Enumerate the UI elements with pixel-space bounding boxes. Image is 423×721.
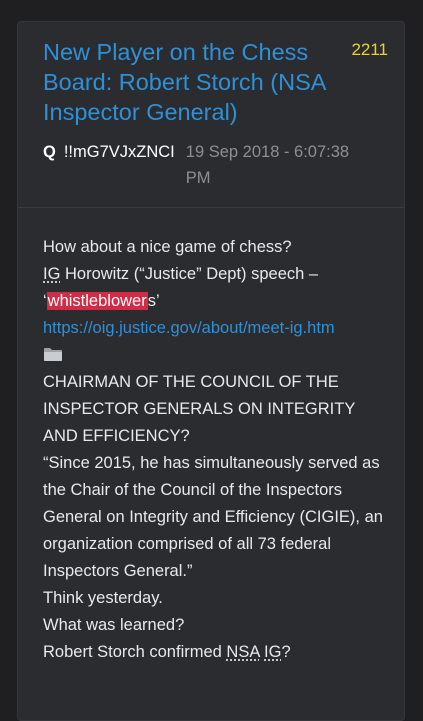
post-body: How about a nice game of chess? IG Horow… (18, 208, 404, 666)
post-number[interactable]: 2211 (351, 39, 388, 61)
highlighted-term: whistleblower (46, 292, 148, 310)
post-header: New Player on the Chess Board: Robert St… (18, 22, 404, 208)
body-line (43, 342, 384, 369)
external-link[interactable]: https://oig.justice.gov/about/meet-ig.ht… (43, 319, 335, 337)
post-meta: Q !!mG7VJxZNCI 19 Sep 2018 - 6:07:38 PM (43, 139, 404, 191)
body-line: Think yesterday. (43, 589, 163, 607)
body-text: Horowitz (“Justice” Dept) speech – (60, 265, 319, 283)
folder-icon (43, 344, 63, 361)
timestamp: 19 Sep 2018 - 6:07:38 PM (185, 143, 350, 187)
tripcode: !!mG7VJxZNCI (63, 143, 175, 161)
post-card: New Player on the Chess Board: Robert St… (17, 21, 405, 721)
body-line: https://oig.justice.gov/about/meet-ig.ht… (43, 315, 384, 342)
body-line: Robert Storch confirmed NSA IG? (43, 639, 384, 666)
body-text: Robert Storch confirmed (43, 643, 227, 661)
body-line: ‘whistleblowers’ (43, 288, 384, 315)
author-name: Q (43, 143, 56, 161)
abbr-ig: IG (264, 643, 282, 661)
abbr-nsa: NSA (226, 643, 260, 661)
body-quote: “Since 2015, he has simultaneously serve… (43, 454, 383, 580)
body-line: IG Horowitz (“Justice” Dept) speech – (43, 261, 384, 288)
body-text: s’ (147, 292, 160, 310)
body-line: What was learned? (43, 616, 185, 634)
abbr-ig: IG (43, 265, 61, 283)
body-paragraph: CHAIRMAN OF THE COUNCIL OF THE INSPECTOR… (43, 373, 356, 445)
post-title[interactable]: New Player on the Chess Board: Robert St… (43, 37, 335, 127)
body-text: ? (281, 643, 291, 661)
body-line: How about a nice game of chess? (43, 238, 292, 256)
